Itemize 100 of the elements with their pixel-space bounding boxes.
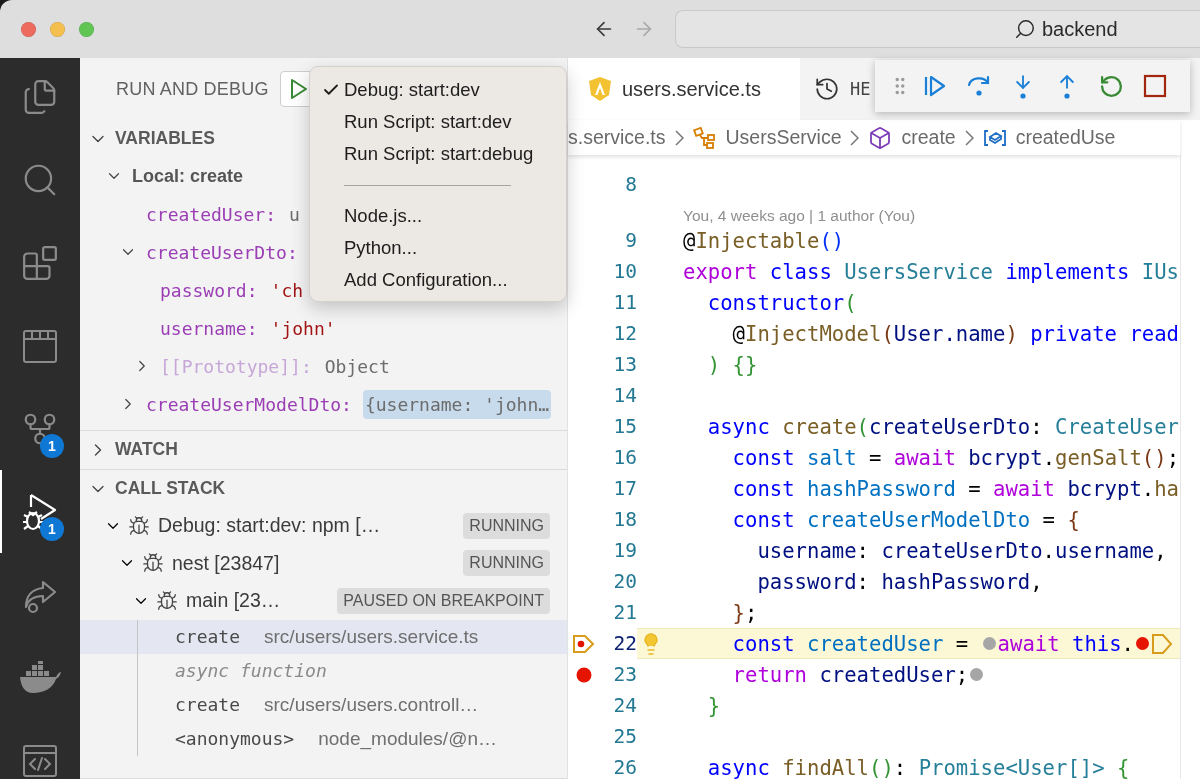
play-icon [288, 78, 309, 100]
whale-icon[interactable] [18, 660, 62, 695]
count-badge: 1 [40, 517, 64, 541]
close-window-button[interactable] [21, 21, 36, 37]
variable-value: {username: 'john… [362, 389, 552, 419]
code-text: } [706, 693, 721, 718]
shield-file-icon [588, 76, 612, 102]
inline-breakpoint-dot[interactable] [970, 668, 984, 681]
variable-name: createdUser: [146, 203, 277, 225]
extensions-icon[interactable] [21, 243, 59, 282]
status-badge: PAUSED ON BREAKPOINT [337, 587, 550, 614]
variable-value: 'ch [269, 278, 305, 303]
menu-item[interactable]: Debug: start:dev [310, 74, 566, 106]
code-text: constructor( [706, 290, 857, 315]
section-title: CALL STACK [115, 478, 226, 499]
stack-frame[interactable]: create src/users/users.controll… [80, 687, 567, 722]
line-number: 17 [612, 477, 637, 500]
code-text: export class UsersService implements IUs [683, 259, 1179, 284]
inline-breakpoint-dot[interactable] [1136, 637, 1149, 650]
line-number: 13 [612, 353, 637, 376]
menu-item[interactable]: Node.js... [310, 200, 566, 232]
status-badge: RUNNING [463, 550, 550, 577]
history-icon [814, 76, 840, 102]
command-center-search[interactable]: backend [675, 10, 1200, 48]
session-label: Debug: start:dev: npm [… [158, 514, 381, 538]
bug-icon [128, 514, 150, 537]
session-label: main [23… [186, 589, 281, 613]
code-text: @Injectable() [683, 228, 845, 253]
line-number: 16 [612, 446, 637, 469]
line-number: 10 [612, 260, 637, 283]
code-text: const createdUser = [731, 631, 970, 656]
status-badge: RUNNING [463, 512, 550, 539]
variable-name: username: [160, 317, 258, 339]
cube-icon [868, 125, 893, 150]
variable-name: createUserDto: [146, 241, 298, 263]
breadcrumb-item[interactable]: createdUse [1015, 126, 1116, 149]
continue-icon[interactable] [922, 73, 948, 99]
code-text: return createdUser; [731, 662, 969, 687]
paused-position-icon [1151, 631, 1173, 656]
section-title: WATCH [115, 439, 178, 460]
editor-tab[interactable]: users.service.ts [568, 58, 800, 120]
menu-item[interactable]: Run Script: start:dev [310, 106, 566, 138]
code-text: username: createUserDto.username, [756, 538, 1167, 563]
breadcrumb-separator-icon [674, 129, 684, 146]
line-number: 24 [612, 694, 637, 717]
inline-breakpoint-dot[interactable] [982, 637, 996, 650]
stop-icon[interactable] [1143, 74, 1167, 98]
panel-title: RUN AND DEBUG [116, 78, 269, 100]
search-icon [1014, 18, 1036, 40]
breadcrumb-separator-icon [850, 129, 860, 146]
line-number: 23 [612, 663, 637, 686]
code-text: const salt = await bcrypt.genSalt(); [731, 445, 1180, 470]
code-text: const createUserModelDto = { [731, 507, 1080, 532]
frame-source: src/users/users.controll… [264, 693, 479, 716]
breadcrumb-item[interactable]: s.service.ts [568, 126, 666, 149]
menu-item[interactable]: Python... [310, 232, 566, 264]
line-number: 9 [624, 229, 637, 252]
line-number: 15 [612, 415, 637, 438]
search-text: backend [1042, 17, 1118, 41]
line-number: 20 [612, 570, 637, 593]
line-number: 14 [612, 384, 637, 407]
line-number: 18 [612, 508, 637, 531]
frame-name: <anonymous> [175, 728, 295, 749]
bug-icon [156, 589, 178, 612]
count-badge: 1 [40, 434, 64, 458]
breadcrumb-separator-icon [964, 129, 974, 146]
code-text: async findAll(): Promise<User[]> { [706, 755, 1130, 779]
line-number: 19 [612, 539, 637, 562]
frame-source: src/users/users.service.ts [264, 625, 479, 648]
restart-icon[interactable] [1098, 73, 1124, 99]
menu-item[interactable]: Add Configuration... [310, 264, 566, 296]
code-text: const hashPassword = await bcrypt.ha [731, 476, 1180, 501]
stack-frame[interactable]: <anonymous> node_modules/@n… [80, 721, 567, 756]
line-number: 11 [612, 291, 637, 314]
editor-tab[interactable]: HE [800, 58, 871, 120]
variable-name: password: [160, 279, 258, 301]
variable-name: [[Prototype]]: [160, 355, 312, 377]
line-number: 12 [612, 322, 637, 345]
frame-source: node_modules/@n… [318, 727, 497, 750]
line-number: 25 [612, 725, 637, 748]
menu-item[interactable]: Run Script: start:debug [310, 138, 566, 170]
bug-icon [142, 552, 164, 575]
variable-value: Object [323, 354, 391, 379]
variable-value: u [288, 202, 301, 227]
code-text: }; [731, 600, 758, 625]
code-text: async create(createUserDto: CreateUser [706, 414, 1179, 439]
stack-frame[interactable]: create src/users/users.service.ts [80, 619, 567, 654]
line-number: 26 [612, 756, 637, 779]
line-number: 21 [612, 601, 637, 624]
session-label: nest [23847] [172, 551, 280, 575]
code-text: @InjectModel(User.name) private read [731, 321, 1179, 346]
frame-name: create [175, 626, 241, 647]
line-number: 22 [612, 632, 637, 655]
code-text: ) {} [706, 352, 758, 377]
breadcrumb-item[interactable]: UsersService [725, 126, 842, 149]
breakpoint-icon[interactable] [576, 666, 592, 683]
variable-value: 'john' [269, 316, 337, 341]
variable-name: createUserModelDto: [146, 393, 352, 415]
breadcrumb-item[interactable]: create [901, 126, 956, 149]
section-title: VARIABLES [115, 128, 215, 149]
